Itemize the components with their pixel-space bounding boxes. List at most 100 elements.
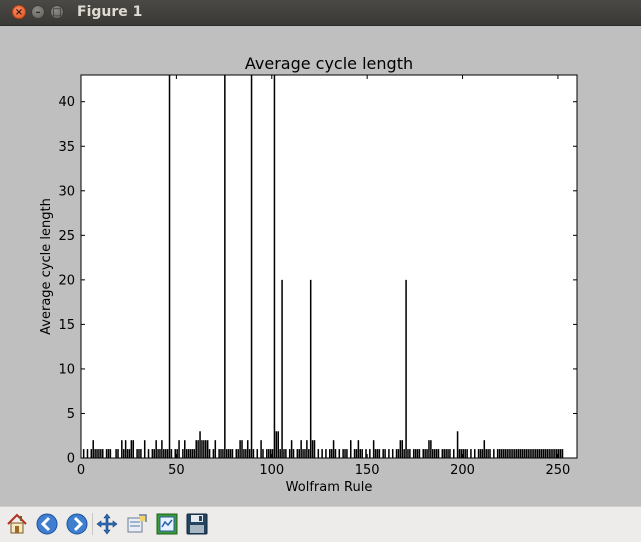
x-tick-label: 150: [355, 463, 380, 478]
bar: [428, 440, 430, 458]
bar: [205, 440, 207, 458]
y-tick-label: 20: [58, 273, 75, 288]
minimize-window-button[interactable]: –: [31, 5, 45, 19]
bar: [182, 449, 184, 458]
home-icon: [7, 513, 27, 534]
bar: [506, 449, 508, 458]
bar: [365, 449, 367, 458]
bar: [281, 279, 283, 458]
bar: [432, 449, 434, 458]
bar: [203, 440, 205, 458]
bar: [487, 449, 489, 458]
bar: [426, 449, 428, 458]
bar: [122, 449, 125, 458]
back-button[interactable]: [34, 511, 60, 537]
maximize-window-button[interactable]: □: [50, 5, 64, 19]
bar: [441, 449, 444, 458]
bar: [191, 449, 194, 458]
bar: [130, 440, 133, 458]
bar: [416, 449, 419, 458]
bar: [222, 449, 224, 458]
bar: [552, 449, 554, 458]
bar: [403, 449, 405, 458]
bar: [458, 449, 461, 458]
bar: [357, 440, 360, 458]
bar: [302, 449, 304, 458]
chart-title: Average cycle length: [245, 54, 413, 73]
bar: [96, 449, 98, 458]
bar: [218, 449, 220, 458]
bar: [470, 449, 472, 458]
x-tick-label: 200: [450, 463, 475, 478]
bar: [525, 449, 528, 458]
pan-button[interactable]: [94, 511, 120, 537]
bar: [273, 75, 276, 458]
bar: [540, 449, 543, 458]
forward-button[interactable]: [64, 511, 90, 537]
bar: [174, 449, 177, 458]
bar: [535, 449, 537, 458]
bar: [332, 440, 335, 458]
bar: [550, 449, 552, 458]
bar: [523, 449, 526, 458]
bar: [267, 449, 270, 458]
bar: [132, 440, 135, 458]
bar: [309, 279, 312, 458]
bar: [101, 449, 104, 458]
y-tick-label: 35: [58, 140, 75, 155]
zoom-button[interactable]: [124, 511, 150, 537]
bar: [388, 449, 390, 458]
x-tick-label: 0: [77, 463, 85, 478]
bar: [159, 449, 161, 458]
back-arrow-icon: [36, 513, 58, 535]
bar: [498, 449, 501, 458]
bar: [378, 449, 381, 458]
x-tick-label: 100: [259, 463, 284, 478]
close-window-button[interactable]: ×: [12, 5, 26, 19]
y-axis-label: Average cycle length: [39, 198, 54, 335]
bar: [105, 449, 108, 458]
bar: [369, 449, 371, 458]
bar: [166, 449, 169, 458]
bar: [237, 449, 239, 458]
bar: [517, 449, 520, 458]
save-button[interactable]: [184, 511, 210, 537]
bar: [519, 449, 522, 458]
bar: [510, 449, 512, 458]
bar: [531, 449, 533, 458]
bar: [496, 449, 499, 458]
plot-area: [81, 75, 577, 458]
bar: [325, 449, 327, 458]
bar: [544, 449, 547, 458]
bar: [224, 75, 226, 458]
bar: [304, 449, 306, 458]
pan-icon: [96, 513, 118, 535]
bar: [359, 449, 362, 458]
bar: [349, 440, 352, 458]
bar: [409, 449, 411, 458]
bar: [124, 440, 127, 458]
bar: [229, 449, 232, 458]
bar: [529, 449, 531, 458]
bar: [193, 449, 196, 458]
bar: [556, 449, 558, 458]
home-button[interactable]: [4, 511, 30, 537]
bar: [342, 449, 344, 458]
bar: [279, 449, 281, 458]
bar: [395, 449, 398, 458]
bar: [269, 449, 272, 458]
bar: [330, 449, 333, 458]
bar: [151, 449, 154, 458]
bar: [445, 449, 447, 458]
bar: [296, 449, 299, 458]
bar: [164, 449, 167, 458]
bar: [321, 449, 323, 458]
subplots-button[interactable]: [154, 511, 180, 537]
bar: [500, 449, 503, 458]
chart: 0 50 100 150 200 250 0 5 10 15 20 25 30 35 40 Average c…: [39, 54, 578, 495]
bar: [538, 449, 541, 458]
bar: [512, 449, 514, 458]
y-tick-label: 30: [58, 184, 75, 199]
bar: [399, 440, 402, 458]
bar: [292, 449, 295, 458]
